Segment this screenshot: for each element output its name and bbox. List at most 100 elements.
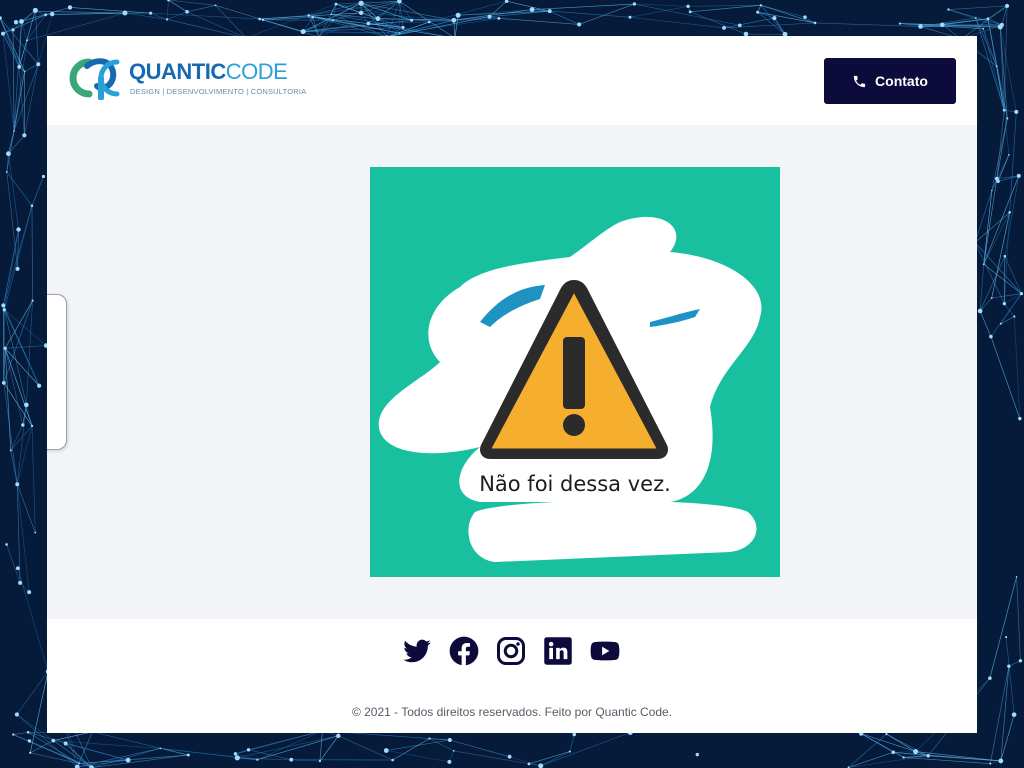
network-node [995,65,998,68]
network-line [2,33,15,131]
network-node [989,334,993,339]
network-node [50,11,55,17]
network-node [214,4,217,7]
network-node [996,179,1000,184]
network-node [366,21,371,26]
network-node [261,18,265,22]
network-line [690,11,747,35]
network-line [569,734,575,752]
network-node [234,755,240,761]
network-line [2,33,25,72]
network-node [982,263,985,266]
network-node [568,750,571,753]
network-node [246,748,251,752]
youtube-link[interactable] [590,636,620,666]
network-node [307,14,311,17]
network-node [3,346,7,350]
network-line [634,3,689,7]
network-node [487,14,492,19]
network-node [5,171,8,173]
network-line [386,750,450,763]
network-node [999,322,1002,325]
network-node [1,380,6,385]
instagram-link[interactable] [496,636,526,666]
network-node [300,29,306,35]
twitter-link[interactable] [402,636,432,666]
network-line [31,425,36,533]
network-node [26,731,30,734]
network-node [26,39,29,42]
network-node [15,566,20,571]
network-line [53,731,93,741]
network-node [51,738,56,743]
instagram-icon [497,637,525,665]
network-line [31,176,44,206]
network-line [997,175,1019,182]
network-node [1004,3,1010,9]
network-node [6,151,11,157]
network-line [979,297,992,312]
network-line [990,336,1021,419]
network-line [16,404,27,485]
network-node [998,758,1004,764]
network-line [13,40,28,131]
network-node [507,754,512,759]
network-node [401,25,405,30]
network-node [11,28,15,32]
network-line [886,733,916,752]
network-node [991,189,993,192]
network-line [5,345,47,349]
logo-wordmark: QUANTICCODE [129,59,288,85]
network-line [1013,316,1021,419]
network-node [902,756,905,759]
network-node [989,762,992,765]
network-node [375,16,381,22]
network-node [122,10,128,16]
network-line [1016,576,1021,661]
network-node [36,62,41,67]
network-node [41,174,46,179]
linkedin-link[interactable] [543,636,573,666]
network-node [428,20,431,24]
network-node [1,303,6,308]
network-node [737,23,742,28]
network-node [167,0,170,2]
network-node [885,732,888,736]
youtube-icon [590,641,620,661]
network-line [31,205,33,301]
network-line [3,305,40,386]
page-frame: QUANTICCODE DESIGN | DESENVOLVIMENTO | C… [47,36,977,733]
network-line [186,11,247,39]
network-line [186,5,216,13]
network-node [5,543,8,546]
network-node [67,5,73,10]
side-drawer-tab[interactable] [47,294,67,450]
network-node [358,10,364,16]
network-node [334,2,338,6]
logo-word-quantic: QUANTIC [129,59,226,84]
network-node [311,15,314,19]
network-line [3,382,18,485]
twitter-icon [403,639,431,663]
network-node [1018,416,1022,421]
quantic-code-logo[interactable]: QUANTICCODE DESIGN | DESENVOLVIMENTO | C… [67,54,307,102]
contact-button[interactable]: Contato [824,58,956,104]
network-node [13,129,15,132]
network-node [149,11,153,15]
contact-button-label: Contato [875,73,928,89]
network-line [235,749,249,755]
phone-icon [853,75,866,87]
network-node [497,16,501,20]
network-line [392,738,430,761]
network-line [166,0,169,20]
network-line [10,424,24,451]
network-node [695,752,699,757]
network-line [6,544,21,583]
facebook-link[interactable] [449,636,479,666]
network-node [1002,301,1007,306]
network-line [774,17,786,35]
network-node [332,19,335,22]
network-line [991,154,1010,191]
network-node [547,9,552,14]
network-node [1002,108,1006,112]
